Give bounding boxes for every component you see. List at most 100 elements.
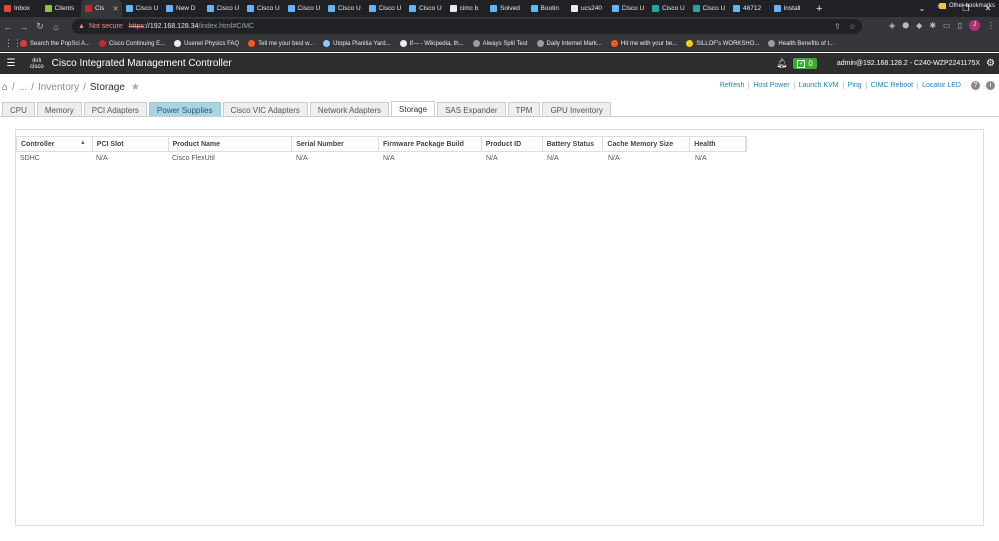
info-icon[interactable]: i [986, 81, 995, 90]
column-header[interactable]: Health [690, 137, 747, 151]
action-refresh[interactable]: Refresh [716, 82, 750, 89]
column-header[interactable]: Battery Status [543, 137, 604, 151]
browser-tab-label: Clients [54, 5, 75, 12]
reload-icon[interactable]: ↻ [32, 21, 48, 32]
bookmark-star-icon[interactable]: ☆ [849, 22, 856, 31]
bookmark-item[interactable]: If— - Wikipedia, th... [399, 40, 464, 47]
column-header[interactable]: PCI Slot [93, 137, 169, 151]
column-header[interactable]: Serial Number [292, 137, 380, 151]
bookmark-item[interactable]: Cisco Continuing E... [99, 40, 165, 47]
action-ping[interactable]: Ping [844, 82, 867, 89]
tab-tpm[interactable]: TPM [507, 102, 541, 117]
share-icon[interactable]: ⇪ [834, 22, 841, 31]
browser-tab[interactable]: Cisco U [648, 0, 689, 17]
sort-asc-icon[interactable]: ▲ [80, 140, 86, 146]
tab-cpu[interactable]: CPU [2, 102, 35, 117]
bookmark-item[interactable]: Hit me with your be... [610, 40, 677, 47]
profile-avatar[interactable]: J [969, 20, 980, 31]
browser-tab[interactable]: Solved [486, 0, 527, 17]
table-row[interactable]: SDHC N/A Cisco FlexUtil N/A N/A N/A N/A N/A N/A [16, 155, 747, 167]
url-scheme: https [128, 23, 144, 30]
browser-tab[interactable]: ucs240 [567, 0, 608, 17]
bookmark-item[interactable]: Utopia Planitia Yard... [323, 40, 391, 47]
column-header[interactable]: Product ID [482, 137, 543, 151]
column-header[interactable]: Product Name [169, 137, 293, 151]
browser-tab[interactable]: Cisco U [203, 0, 244, 17]
forward-icon[interactable]: → [16, 22, 32, 32]
browser-tab[interactable]: Cisco U [122, 0, 163, 17]
tab-network-adapters[interactable]: Network Adapters [309, 102, 390, 117]
cast-icon[interactable]: ▭ [943, 21, 951, 30]
bookmark-label: Tell me your best w... [258, 40, 315, 47]
column-header[interactable]: Cache Memory Size [603, 137, 691, 151]
back-icon[interactable]: ← [0, 22, 16, 32]
browser-tab-label: cimc b [459, 5, 479, 12]
column-header-label: Health [694, 140, 716, 148]
cisco-logo: ılıılı cisco [30, 58, 44, 70]
bookmark-item[interactable]: Search the PopSci A... [20, 40, 90, 47]
sidebar-icon[interactable]: ▯ [958, 21, 962, 30]
health-status-badge[interactable]: ✓ 0 [793, 58, 817, 69]
action-cimc-reboot[interactable]: CIMC Reboot [867, 82, 919, 89]
close-icon[interactable]: ✕ [113, 5, 119, 13]
tab-sas-expander[interactable]: SAS Expander [437, 102, 506, 117]
tab-power-supplies[interactable]: Power Supplies [148, 102, 221, 117]
browser-tab[interactable]: Cisco U [405, 0, 446, 17]
browser-tab[interactable]: Cis ✕ [81, 0, 122, 17]
alert-count: 0 [808, 59, 813, 68]
favorite-star-icon[interactable]: ★ [131, 82, 140, 93]
table-cell: N/A [695, 155, 707, 162]
browser-tab[interactable]: Install [770, 0, 811, 17]
action-host-power[interactable]: Host Power [749, 82, 795, 89]
new-tab-button[interactable]: + [816, 3, 822, 15]
hamburger-menu-icon[interactable]: ☰ [0, 58, 22, 69]
menu-kebab-icon[interactable]: ⋮ [987, 21, 995, 30]
storage-table-panel: Controller ▲ PCI Slot Product Name Serial Nu… [15, 129, 984, 526]
bookmark-favicon-icon [768, 40, 776, 47]
browser-tab[interactable]: Inbox [0, 0, 41, 17]
extension-icon[interactable]: ◆ [916, 21, 922, 30]
browser-tab[interactable]: Cisco U [689, 0, 730, 17]
column-header[interactable]: Firmware Package Build [379, 137, 482, 151]
browser-tab[interactable]: Clients [41, 0, 82, 17]
browser-tab[interactable]: cimc b [446, 0, 487, 17]
apps-grid-icon[interactable]: ⋮⋮ [4, 38, 22, 49]
browser-tab[interactable]: Cisco U [243, 0, 284, 17]
url-input[interactable]: ▲ Not secure https ://192.168.128.34 /in… [72, 19, 862, 34]
browser-tab[interactable]: Cisco U [284, 0, 325, 17]
tab-pci-adapters[interactable]: PCI Adapters [83, 102, 147, 117]
browser-tab[interactable]: New D [162, 0, 203, 17]
tab-search-icon[interactable]: ⌄ [911, 4, 933, 13]
action-launch-kvm[interactable]: Launch KVM [795, 82, 844, 89]
pdf-extension-icon[interactable]: ⬢ [902, 21, 909, 30]
action-locator-led[interactable]: Locator LED [918, 82, 965, 89]
tab-memory[interactable]: Memory [36, 102, 82, 117]
extension-icon[interactable]: ◈ [889, 21, 895, 30]
bookmark-item[interactable]: Health Benefits of t... [768, 40, 834, 47]
browser-tab[interactable]: Cisco U [365, 0, 406, 17]
action-links: Refresh Host Power Launch KVM Ping CIMC Rebo… [716, 81, 995, 90]
tab-cisco-vic-adapters[interactable]: Cisco VIC Adapters [222, 102, 308, 117]
breadcrumb-inventory[interactable]: Inventory [38, 82, 79, 93]
help-icon[interactable]: ? [971, 81, 980, 90]
bookmark-item[interactable]: Usenet Physics FAQ [174, 40, 239, 47]
bookmark-item[interactable]: SILLOF's WORKSHO... [686, 40, 759, 47]
tab-gpu-inventory[interactable]: GPU Inventory [542, 102, 611, 117]
page-icon [206, 5, 214, 12]
bell-icon[interactable]: 🔔︎ [776, 58, 787, 69]
other-bookmarks[interactable]: Other bookmarks [938, 3, 995, 9]
puzzle-icon[interactable]: ✱ [929, 21, 936, 30]
gear-icon[interactable]: ⚙ [986, 58, 995, 69]
bookmark-item[interactable]: Always Split Test [472, 40, 528, 47]
bookmark-item[interactable]: Daily Internet Mark... [536, 40, 602, 47]
tab-storage[interactable]: Storage [391, 101, 436, 117]
bookmark-item[interactable]: Tell me your best w... [248, 40, 314, 47]
breadcrumb-ellipsis[interactable]: ... [19, 82, 27, 93]
browser-tab[interactable]: Cisco U [608, 0, 649, 17]
browser-tab[interactable]: Cisco U [324, 0, 365, 17]
browser-tab[interactable]: 48712 [729, 0, 770, 17]
column-header[interactable]: Controller ▲ [17, 137, 93, 151]
browser-tab[interactable]: Bootin [527, 0, 568, 17]
home-browser-icon[interactable]: ⌂ [48, 22, 64, 32]
home-icon[interactable]: ⌂ [2, 82, 8, 93]
